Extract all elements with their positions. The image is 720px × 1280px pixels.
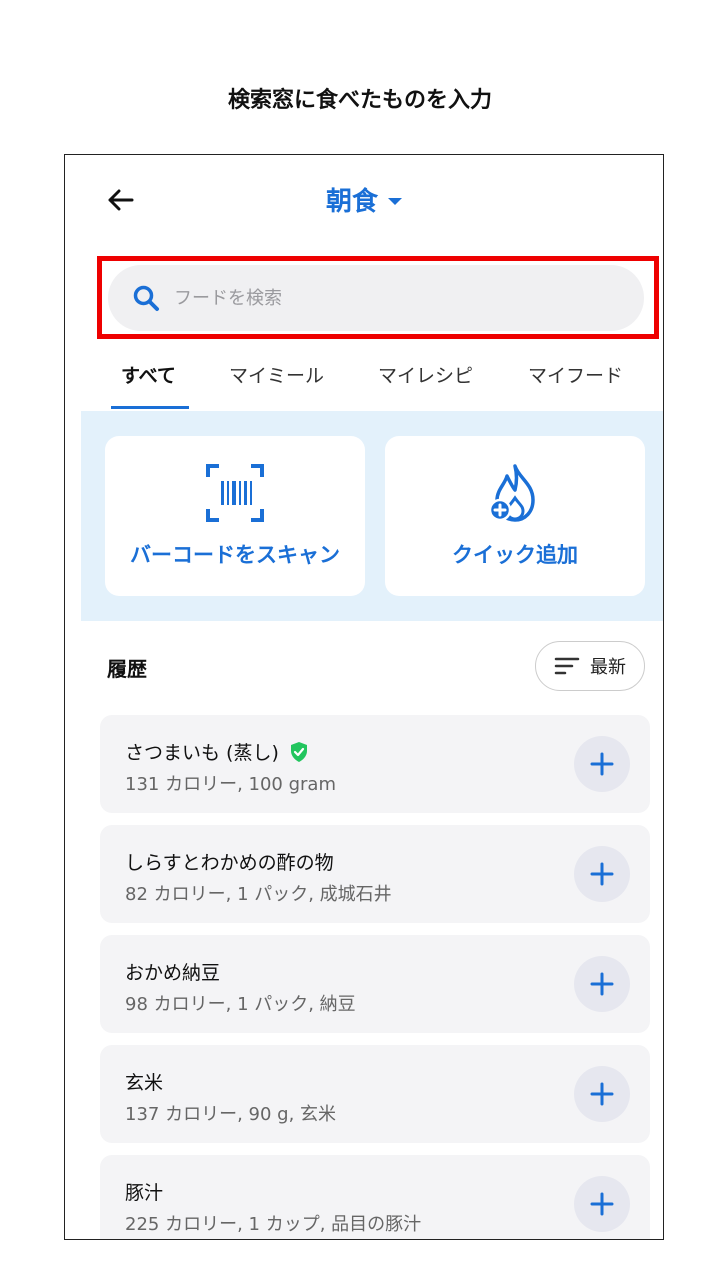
tab-bar: すべて マイミール マイレシピ マイフード: [65, 355, 663, 411]
history-item[interactable]: さつまいも (蒸し) 131 カロリー, 100 gram: [100, 715, 650, 813]
plus-icon: [590, 1082, 614, 1106]
history-header: 履歴 最新: [65, 641, 663, 691]
quick-actions-panel: バーコードをスキャン クイック追加: [81, 411, 663, 621]
quick-add-button[interactable]: クイック追加: [385, 436, 645, 596]
plus-icon: [590, 1192, 614, 1216]
verified-shield-icon: [290, 741, 307, 762]
top-bar: 朝食: [65, 155, 663, 245]
app-screen: 朝食 すべて マイミール マイレシピ マイフード: [64, 154, 664, 1240]
tab-my-foods[interactable]: マイフード: [528, 361, 623, 388]
history-list: さつまいも (蒸し) 131 カロリー, 100 gram しらすとわかめの酢の…: [100, 715, 650, 1239]
food-detail: 82 カロリー, 1 パック, 成城石井: [125, 884, 392, 905]
tab-my-meals[interactable]: マイミール: [229, 361, 324, 388]
history-item[interactable]: しらすとわかめの酢の物 82 カロリー, 1 パック, 成城石井: [100, 825, 650, 923]
food-detail: 137 カロリー, 90 g, 玄米: [125, 1104, 337, 1125]
plus-icon: [590, 972, 614, 996]
meal-selector[interactable]: 朝食: [326, 181, 402, 218]
meal-title: 朝食: [325, 187, 378, 217]
sort-icon: [554, 657, 580, 675]
quick-add-label: クイック追加: [452, 543, 578, 567]
add-food-button[interactable]: [574, 846, 630, 902]
plus-icon: [590, 752, 614, 776]
sort-label: 最新: [590, 657, 626, 678]
quick-add-flame-icon: [385, 458, 645, 528]
add-food-button[interactable]: [574, 1066, 630, 1122]
food-detail: 225 カロリー, 1 カップ, 品目の豚汁: [125, 1214, 422, 1235]
page-caption: 検索窓に食べたものを入力: [227, 88, 492, 113]
food-name: おかめ納豆: [125, 962, 221, 984]
tab-my-recipes[interactable]: マイレシピ: [378, 361, 473, 388]
active-tab-indicator: [111, 406, 189, 409]
food-name: しらすとわかめの酢の物: [125, 852, 334, 874]
food-name: 豚汁: [125, 1182, 164, 1204]
history-item[interactable]: 豚汁 225 カロリー, 1 カップ, 品目の豚汁: [100, 1155, 650, 1239]
history-item[interactable]: 玄米 137 カロリー, 90 g, 玄米: [100, 1045, 650, 1143]
search-icon: [132, 283, 162, 313]
tab-all[interactable]: すべて: [121, 361, 176, 388]
sort-button[interactable]: 最新: [535, 641, 645, 691]
plus-icon: [590, 862, 614, 886]
add-food-button[interactable]: [574, 736, 630, 792]
food-detail: 131 カロリー, 100 gram: [125, 774, 336, 795]
caret-down-icon: [388, 198, 402, 205]
add-food-button[interactable]: [574, 1176, 630, 1232]
add-food-button[interactable]: [574, 956, 630, 1012]
history-title: 履歴: [107, 657, 147, 681]
barcode-scan-label: バーコードをスキャン: [130, 543, 340, 567]
food-name: さつまいも (蒸し): [125, 742, 279, 764]
food-name: 玄米: [125, 1072, 164, 1094]
food-detail: 98 カロリー, 1 パック, 納豆: [125, 994, 356, 1015]
history-item[interactable]: おかめ納豆 98 カロリー, 1 パック, 納豆: [100, 935, 650, 1033]
search-bar[interactable]: [108, 265, 644, 331]
barcode-scan-button[interactable]: バーコードをスキャン: [105, 436, 365, 596]
barcode-scan-icon: [105, 458, 365, 528]
search-input[interactable]: [174, 287, 594, 309]
